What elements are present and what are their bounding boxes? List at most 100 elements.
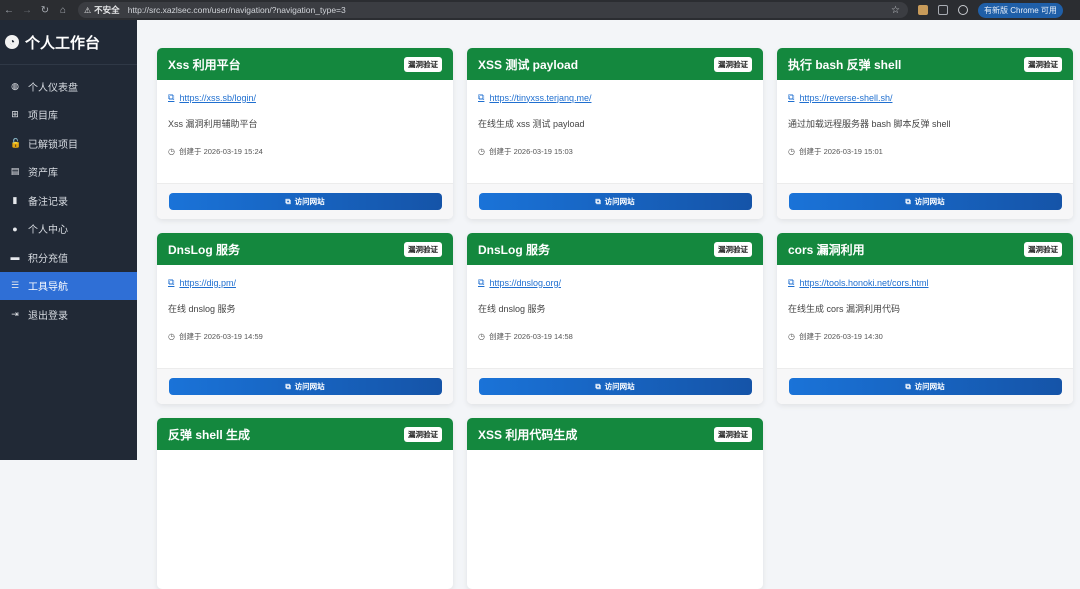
tool-card: DnsLog 服务 漏洞验证 ⧉ https://dnslog.org/在线 dnsl… (467, 233, 763, 404)
card-header: DnsLog 服务 漏洞验证 (467, 233, 763, 265)
sidebar-item[interactable]: ☰ 工具导航 (0, 271, 137, 300)
visit-site-label: 访问网站 (294, 382, 325, 391)
visit-site-label: 访问网站 (604, 197, 635, 206)
chrome-update-button[interactable]: 有新版 Chrome 可用 (978, 2, 1063, 18)
tool-navigation-grid: Xss 利用平台 漏洞验证 ⧉ https://xss.sb/login/Xss 漏洞… (137, 20, 1080, 589)
clock-icon: ◷ (168, 332, 175, 341)
external-link-icon: ⧉ (285, 381, 291, 391)
tool-card: cors 漏洞利用 漏洞验证 ⧉ https://tools.honoki.net/c… (777, 233, 1073, 404)
tool-description: 在线 dnslog 服务 (168, 304, 236, 314)
category-badge: 漏洞验证 (404, 426, 442, 442)
card-header: Xss 利用平台 漏洞验证 (157, 48, 453, 80)
reload-icon[interactable]: ↻ (36, 5, 54, 16)
tool-description: 在线生成 xss 测试 payload (478, 119, 585, 129)
card-footer: ⧉ 访问网站 (777, 368, 1073, 404)
category-badge: 漏洞验证 (1024, 56, 1062, 72)
insecure-label: 不安全 (94, 5, 120, 15)
external-link-icon: ⧉ (168, 277, 175, 287)
url-text[interactable]: http://src.xazlsec.com/user/navigation/?… (128, 5, 346, 15)
created-time-text: 创建于 2026-03-19 15:24 (178, 147, 263, 156)
card-footer: ⧉ 访问网站 (467, 183, 763, 219)
user-icon: ● (12, 223, 18, 234)
tool-url[interactable]: https://tinyxss.terjanq.me/ (489, 93, 591, 103)
card-footer: ⧉ 访问网站 (157, 368, 453, 404)
created-time: ◷ 创建于 2026-03-19 15:03 (478, 146, 752, 157)
visit-site-label: 访问网站 (914, 197, 945, 206)
bookmark-star-icon[interactable]: ☆ (891, 5, 900, 16)
card-title: DnsLog 服务 (478, 242, 550, 257)
tool-url[interactable]: https://dnslog.org/ (489, 278, 561, 288)
dashboard-icon: ◍ (11, 80, 19, 91)
tool-description: 通过加载远程服务器 bash 脚本反弹 shell (788, 119, 951, 129)
sidebar-item[interactable]: ⇥ 退出登录 (0, 300, 137, 329)
card-title: XSS 测试 payload (478, 57, 579, 72)
note-icon: ▮ (12, 194, 18, 205)
sidebar-item-label: 退出登录 (28, 310, 68, 322)
address-bar[interactable]: ⚠ 不安全 http://src.xazlsec.com/user/naviga… (78, 2, 908, 18)
created-time: ◷ 创建于 2026-03-19 15:01 (788, 146, 1062, 157)
visit-site-button[interactable]: ⧉ 访问网站 (478, 193, 752, 210)
card-title: XSS 利用代码生成 (478, 427, 578, 442)
created-time: ◷ 创建于 2026-03-19 14:30 (788, 331, 1062, 342)
tool-card: 执行 bash 反弹 shell 漏洞验证 ⧉ https://reverse-she… (777, 48, 1073, 219)
tool-url[interactable]: https://reverse-shell.sh/ (799, 93, 892, 103)
tool-card: 反弹 shell 生成 漏洞验证 (157, 418, 453, 589)
tool-link[interactable]: ⧉ https://reverse-shell.sh/ (788, 92, 1062, 103)
tool-url[interactable]: https://tools.honoki.net/cors.html (799, 278, 928, 288)
card-title: Xss 利用平台 (168, 57, 241, 72)
tool-link[interactable]: ⧉ https://xss.sb/login/ (168, 92, 442, 103)
puzzle-icon[interactable] (938, 5, 948, 15)
sidebar-item-label: 项目库 (28, 111, 58, 123)
tool-card: DnsLog 服务 漏洞验证 ⧉ https://dig.pm/在线 dnslog 服… (157, 233, 453, 404)
card-body: ⧉ https://tools.honoki.net/cors.html 在线生成 … (777, 265, 1073, 342)
home-icon[interactable]: ⌂ (54, 5, 72, 16)
browser-toolbar: ← → ↻ ⌂ ⚠ 不安全 http://src.xazlsec.com/use… (0, 0, 1080, 20)
user-circle-icon: ◔ (5, 35, 19, 49)
visit-site-button[interactable]: ⧉ 访问网站 (788, 193, 1062, 210)
insecure-badge[interactable]: ⚠ 不安全 (84, 4, 120, 16)
sidebar: ◔ 个人工作台 ◍ 个人仪表盘 ⊞ 项目库 🔓 已解锁项目 ▤ 资产库 ▮ 备注记录 ● 个人中心 ▬ 积… (0, 20, 137, 460)
tool-link[interactable]: ⧉ https://dig.pm/ (168, 277, 442, 288)
sidebar-item[interactable]: ▤ 资产库 (0, 158, 137, 187)
forward-icon[interactable]: → (18, 5, 36, 16)
tool-description: 在线生成 cors 漏洞利用代码 (788, 304, 901, 314)
visit-site-button[interactable]: ⧉ 访问网站 (478, 378, 752, 395)
sidebar-item[interactable]: ● 个人中心 (0, 215, 137, 244)
back-icon[interactable]: ← (0, 5, 18, 16)
wallet-icon: ▬ (10, 252, 20, 263)
tool-link[interactable]: ⧉ https://tools.honoki.net/cors.html (788, 277, 1062, 288)
external-link-icon: ⧉ (168, 92, 175, 102)
visit-site-button[interactable]: ⧉ 访问网站 (168, 378, 442, 395)
unlock-icon: 🔓 (10, 137, 22, 148)
card-footer: ⧉ 访问网站 (777, 183, 1073, 219)
card-body: ⧉ https://xss.sb/login/Xss 漏洞利用辅助平台 ◷ 创建于 2… (157, 80, 453, 157)
card-title: 反弹 shell 生成 (168, 427, 251, 442)
extension-icon[interactable] (918, 5, 928, 15)
sidebar-item-label: 备注记录 (28, 196, 68, 208)
brand: ◔ 个人工作台 (0, 20, 137, 65)
card-title: DnsLog 服务 (168, 242, 240, 257)
visit-site-button[interactable]: ⧉ 访问网站 (168, 193, 442, 210)
card-footer: ⧉ 访问网站 (157, 183, 453, 219)
clock-icon: ◷ (788, 147, 795, 156)
tool-card: XSS 测试 payload 漏洞验证 ⧉ https://tinyxss.terja… (467, 48, 763, 219)
sidebar-item[interactable]: ▬ 积分充值 (0, 243, 137, 272)
sidebar-item[interactable]: ◍ 个人仪表盘 (0, 72, 137, 101)
card-header: 反弹 shell 生成 漏洞验证 (157, 418, 453, 450)
server-icon: ▤ (10, 166, 20, 177)
created-time: ◷ 创建于 2026-03-19 14:59 (168, 331, 442, 342)
visit-site-button[interactable]: ⧉ 访问网站 (788, 378, 1062, 395)
sidebar-item[interactable]: ⊞ 项目库 (0, 101, 137, 130)
tool-url[interactable]: https://dig.pm/ (179, 278, 236, 288)
sidebar-item[interactable]: 🔓 已解锁项目 (0, 129, 137, 158)
tool-link[interactable]: ⧉ https://dnslog.org/ (478, 277, 752, 288)
tool-link[interactable]: ⧉ https://tinyxss.terjanq.me/ (478, 92, 752, 103)
created-time: ◷ 创建于 2026-03-19 15:24 (168, 146, 442, 157)
tool-url[interactable]: https://xss.sb/login/ (179, 93, 256, 103)
sidebar-item[interactable]: ▮ 备注记录 (0, 186, 137, 215)
profile-icon[interactable] (958, 5, 968, 15)
external-link-icon: ⧉ (788, 277, 795, 287)
category-badge: 漏洞验证 (404, 241, 442, 257)
created-time: ◷ 创建于 2026-03-19 14:58 (478, 331, 752, 342)
sidebar-item-label: 已解锁项目 (28, 139, 78, 151)
